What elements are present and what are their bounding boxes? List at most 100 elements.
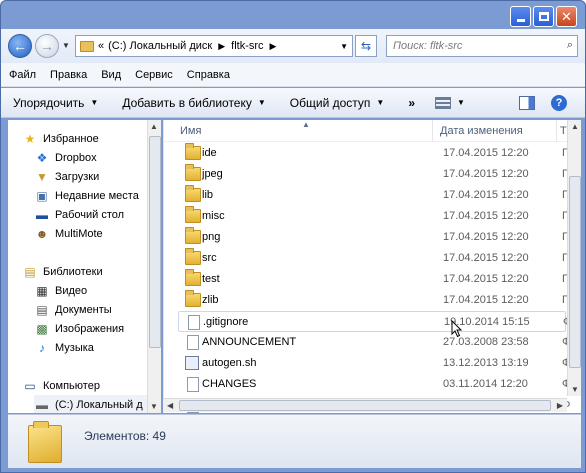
file-row[interactable]: .gitignore19.10.2014 15:15Ф [178,311,571,332]
refresh-icon: ⇆ [360,39,372,53]
music-icon: ♪ [39,340,45,355]
pictures-icon: ▩ [36,321,48,336]
file-name: ANNOUNCEMENT [202,336,297,348]
file-list-horizontal-scrollbar[interactable]: ◀ ▶ [163,398,567,412]
menu-view[interactable]: Вид [101,69,121,81]
file-date: 17.04.2015 12:20 [443,273,529,285]
menu-edit[interactable]: Правка [50,69,87,81]
nav-item-label: MultiMote [55,227,103,240]
search-input[interactable]: Поиск: fltk-src ⌕ [386,35,578,57]
folder-icon [185,164,201,181]
scroll-thumb[interactable] [179,400,551,411]
nav-item-multimote[interactable]: ☻ MultiMote [34,224,161,243]
details-pane: Элементов: 49 [8,414,581,468]
preview-pane-icon[interactable] [519,96,535,110]
file-row[interactable]: zlib 17.04.2015 12:20 П [178,290,570,311]
chevron-down-icon: ▼ [376,98,385,107]
refresh-button[interactable]: ⇆ [355,35,377,57]
column-name[interactable]: Имя [180,125,201,137]
column-date[interactable]: Дата изменения [440,125,523,137]
file-date: 17.04.2015 12:20 [443,168,529,180]
nav-item-libraries[interactable]: ▤ Библиотеки [22,262,161,281]
history-dropdown-icon[interactable]: ▼ [62,41,70,50]
back-button[interactable]: ← [8,34,32,58]
minimize-button[interactable] [510,6,531,27]
scroll-down-icon[interactable]: ▼ [150,402,158,411]
scroll-down-icon[interactable]: ▼ [571,385,579,394]
chevron-down-icon[interactable]: ▼ [457,98,465,107]
file-row[interactable]: lib 17.04.2015 12:20 П [178,185,570,206]
scroll-right-icon[interactable]: ▶ [557,401,563,410]
nav-item-video[interactable]: ▦ Видео [34,281,161,300]
nav-item-label: Dropbox [55,151,97,164]
file-name: CHANGES [202,378,257,390]
breadcrumb-separator-icon[interactable]: ▶ [218,41,225,52]
breadcrumb-drive[interactable]: (C:) Локальный диск [108,40,212,52]
file-row[interactable]: png 17.04.2015 12:20 П [178,227,570,248]
breadcrumb-folder[interactable]: fltk-src [231,40,263,52]
folder-icon [185,143,201,160]
recent-places-icon: ▣ [36,188,48,203]
file-row[interactable]: test 17.04.2015 12:20 П [178,269,570,290]
file-date: 17.04.2015 12:20 [443,252,529,264]
file-date: 17.04.2015 12:20 [443,294,529,306]
file-row[interactable]: ANNOUNCEMENT27.03.2008 23:58Ф [178,332,570,353]
address-bar[interactable]: « (C:) Локальный диск ▶ fltk-src ▶ ▼ [75,35,353,57]
file-row[interactable]: CHANGES03.11.2014 12:20Ф [178,374,570,395]
nav-item-drive-c[interactable]: ▬ (C:) Локальный д [34,395,161,413]
more-commands-button[interactable]: » [408,96,415,110]
menu-help[interactable]: Справка [187,69,230,81]
address-dropdown-icon[interactable]: ▼ [340,42,348,51]
scroll-up-icon[interactable]: ▲ [571,122,579,131]
share-button[interactable]: Общий доступ ▼ [290,96,385,110]
documents-icon: ▤ [36,302,48,317]
column-divider[interactable] [556,120,557,142]
file-list-vertical-scrollbar[interactable]: ▲ ▼ [567,120,581,396]
breadcrumb-overflow[interactable]: « [98,40,104,52]
breadcrumb-separator-icon[interactable]: ▶ [270,41,277,52]
file-row[interactable]: ide 17.04.2015 12:20 П [178,143,570,164]
libraries-icon: ▤ [24,264,36,279]
nav-item-desktop[interactable]: ▬ Рабочий стол [34,205,161,224]
view-options-icon[interactable] [435,96,452,109]
script-file-icon [185,356,199,370]
file-row[interactable]: autogen.sh13.12.2013 13:19Ф [178,353,570,374]
maximize-button[interactable] [533,6,554,27]
forward-button[interactable]: → [35,34,59,58]
menu-file[interactable]: Файл [9,69,36,81]
nav-item-computer[interactable]: ▭ Компьютер [22,376,161,395]
organize-button[interactable]: Упорядочить ▼ [13,96,98,110]
file-list: ▲ Имя Дата изменения Т ide 17.04.2015 12:… [163,120,581,413]
column-divider[interactable] [432,120,433,142]
help-icon[interactable]: ? [551,95,567,111]
scroll-up-icon[interactable]: ▲ [150,122,158,131]
nav-item-label: Избранное [43,132,99,145]
close-button[interactable]: ✕ [556,6,577,27]
forward-arrow-icon: → [40,38,54,54]
file-row[interactable]: jpeg 17.04.2015 12:20 П [178,164,570,185]
nav-item-downloads[interactable]: ▼ Загрузки [34,167,161,186]
nav-scrollbar[interactable]: ▲ ▼ [147,120,161,413]
menu-tools[interactable]: Сервис [135,69,173,81]
nav-item-favorites[interactable]: ★ Избранное [22,129,161,148]
item-count: Элементов: 49 [84,429,166,443]
column-type[interactable]: Т [560,125,567,137]
file-row[interactable]: misc 17.04.2015 12:20 П [178,206,570,227]
scroll-left-icon[interactable]: ◀ [167,401,173,410]
search-placeholder: Поиск: fltk-src [393,40,463,52]
file-icon [187,335,199,350]
nav-item-music[interactable]: ♪ Музыка [34,338,161,357]
scroll-thumb[interactable] [569,176,581,368]
nav-item-dropbox[interactable]: ❖ Dropbox [34,148,161,167]
file-date: 03.11.2014 12:20 [443,378,528,390]
folder-icon [80,40,94,52]
file-date: 17.04.2015 12:20 [443,210,529,222]
menu-bar: Файл Правка Вид Сервис Справка [1,63,585,87]
add-to-library-button[interactable]: Добавить в библиотеку ▼ [122,96,265,110]
file-row[interactable]: src 17.04.2015 12:20 П [178,248,570,269]
nav-item-documents[interactable]: ▤ Документы [34,300,161,319]
nav-item-pictures[interactable]: ▩ Изображения [34,319,161,338]
scroll-thumb[interactable] [149,136,161,348]
file-name: test [202,273,220,285]
nav-item-recent[interactable]: ▣ Недавние места [34,186,161,205]
